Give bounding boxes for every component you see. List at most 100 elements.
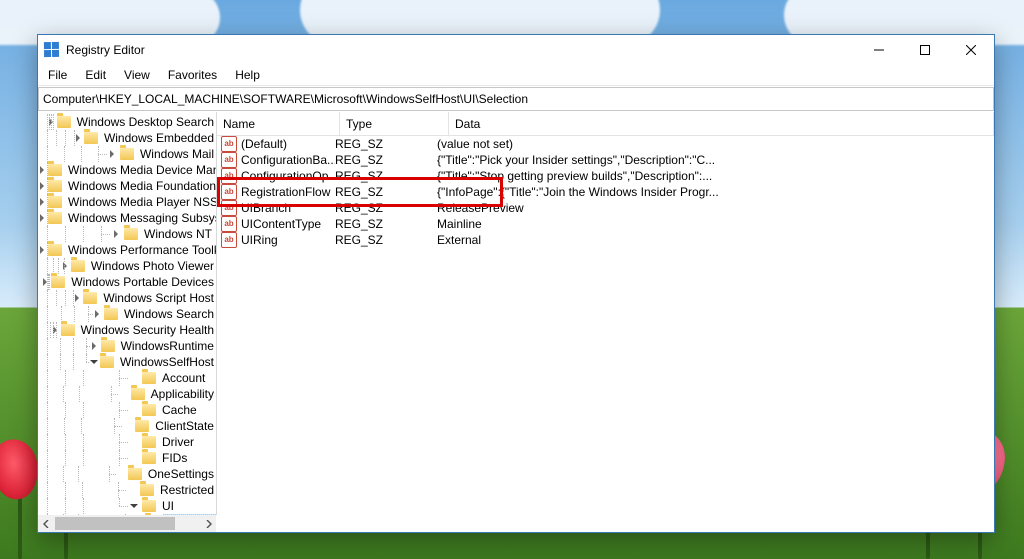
tree-item[interactable]: UI (38, 498, 216, 514)
expander-icon[interactable] (107, 148, 118, 160)
col-data[interactable]: Data (449, 112, 994, 135)
tree-item[interactable]: Windows Embedded (38, 130, 216, 146)
expander-icon[interactable] (38, 164, 46, 176)
tree-label: Windows NT (142, 227, 214, 241)
tree-label: ClientState (153, 419, 216, 433)
menu-file[interactable]: File (40, 66, 75, 84)
tree-item[interactable]: Windows Photo Viewer (38, 258, 216, 274)
string-value-icon: ab (221, 136, 237, 152)
folder-icon (142, 452, 156, 464)
value-row[interactable]: ab(Default)REG_SZ(value not set) (217, 136, 994, 152)
expander-icon[interactable] (128, 500, 140, 512)
tree-item[interactable]: FIDs (38, 450, 216, 466)
tree-item[interactable]: Applicability (38, 386, 216, 402)
tree-item[interactable]: Windows Desktop Search (38, 114, 216, 130)
value-data: (value not set) (437, 137, 994, 151)
tree-item[interactable]: Restricted (38, 482, 216, 498)
tree-scroll[interactable]: Windows Desktop SearchWindows EmbeddedWi… (38, 112, 216, 515)
col-name[interactable]: Name (217, 112, 340, 135)
values-list[interactable]: ab(Default)REG_SZ(value not set)abConfig… (217, 136, 994, 248)
tree-item[interactable]: Windows Media Device Manager (38, 162, 216, 178)
tree-label: WindowsSelfHost (118, 355, 216, 369)
tree-label: Windows Security Health (79, 323, 216, 337)
folder-icon (51, 276, 65, 288)
tree-item[interactable]: Windows Security Health (38, 322, 216, 338)
value-name: (Default) (241, 137, 287, 151)
tree-item[interactable]: Windows Media Player NSS (38, 194, 216, 210)
menu-bar: File Edit View Favorites Help (38, 65, 994, 86)
value-row[interactable]: abUIBranchREG_SZReleasePreview (217, 200, 994, 216)
address-path: Computer\HKEY_LOCAL_MACHINE\SOFTWARE\Mic… (43, 92, 528, 106)
tree-item[interactable]: Windows Mail (38, 146, 216, 162)
tree-label: Windows Portable Devices (69, 275, 216, 289)
window-controls (856, 35, 994, 65)
tree-item[interactable]: Windows NT (38, 226, 216, 242)
value-row[interactable]: abUIContentTypeREG_SZMainline (217, 216, 994, 232)
expander-icon[interactable] (73, 292, 81, 304)
tree-item[interactable]: Windows Script Host (38, 290, 216, 306)
tree-item[interactable]: Cache (38, 402, 216, 418)
tree-item[interactable]: WindowsSelfHost (38, 354, 216, 370)
tree-label: Restricted (158, 483, 216, 497)
address-bar[interactable]: Computer\HKEY_LOCAL_MACHINE\SOFTWARE\Mic… (38, 87, 994, 111)
folder-icon (48, 180, 62, 192)
value-row[interactable]: abRegistrationFlowREG_SZ{"InfoPage":{"Ti… (217, 184, 994, 200)
folder-icon (48, 244, 62, 256)
expander-icon[interactable] (38, 196, 46, 208)
tree-pane: Windows Desktop SearchWindows EmbeddedWi… (38, 112, 217, 515)
expander-icon[interactable] (90, 340, 99, 352)
value-type: REG_SZ (335, 185, 437, 199)
maximize-button[interactable] (902, 35, 948, 65)
tree-label: Windows Messaging Subsystem (66, 211, 216, 225)
menu-help[interactable]: Help (227, 66, 268, 84)
tree-label: Account (160, 371, 207, 385)
scroll-right-button[interactable] (199, 515, 216, 532)
expander-icon[interactable] (74, 132, 82, 144)
tree-hscrollbar[interactable] (38, 515, 216, 532)
tree-item[interactable]: Windows Search (38, 306, 216, 322)
tree-label: Windows Performance Toolkit (66, 243, 216, 257)
folder-icon (48, 212, 62, 224)
expander-icon[interactable] (89, 356, 98, 368)
expander-icon[interactable] (38, 212, 46, 224)
menu-edit[interactable]: Edit (77, 66, 114, 84)
value-row[interactable]: abConfigurationBa...REG_SZ{"Title":"Pick… (217, 152, 994, 168)
expander-icon (118, 388, 129, 400)
string-value-icon: ab (221, 152, 237, 168)
app-icon (44, 42, 60, 58)
tree-label: Windows Media Device Manager (66, 163, 216, 177)
tree-item[interactable]: OneSettings (38, 466, 216, 482)
scroll-left-button[interactable] (38, 515, 55, 532)
menu-favorites[interactable]: Favorites (160, 66, 225, 84)
expander-icon[interactable] (38, 180, 46, 192)
tree-item[interactable]: ClientState (38, 418, 216, 434)
folder-icon (140, 484, 154, 496)
tree-item[interactable]: Windows Portable Devices (38, 274, 216, 290)
close-button[interactable] (948, 35, 994, 65)
tree-item[interactable]: Driver (38, 434, 216, 450)
expander-icon (126, 484, 138, 496)
tree-item[interactable]: WindowsRuntime (38, 338, 216, 354)
value-row[interactable]: abConfigurationOp...REG_SZ{"Title":"Stop… (217, 168, 994, 184)
folder-icon (100, 356, 114, 368)
expander-icon[interactable] (93, 308, 102, 320)
folder-icon (104, 308, 118, 320)
tree-item[interactable]: Windows Messaging Subsystem (38, 210, 216, 226)
expander-icon[interactable] (110, 228, 122, 240)
minimize-button[interactable] (856, 35, 902, 65)
value-row[interactable]: abUIRingREG_SZExternal (217, 232, 994, 248)
tree-item[interactable]: Windows Media Foundation (38, 178, 216, 194)
tree-item[interactable]: Account (38, 370, 216, 386)
tree-item[interactable]: Windows Performance Toolkit (38, 242, 216, 258)
tree-label: Windows Media Player NSS (66, 195, 216, 209)
string-value-icon: ab (221, 232, 237, 248)
folder-icon (142, 404, 156, 416)
folder-icon (83, 292, 97, 304)
scroll-thumb[interactable] (55, 517, 175, 530)
expander-icon[interactable] (38, 244, 46, 256)
col-type[interactable]: Type (340, 112, 449, 135)
value-type: REG_SZ (335, 201, 437, 215)
menu-view[interactable]: View (116, 66, 158, 84)
tree-label: WindowsRuntime (119, 339, 216, 353)
title-bar[interactable]: Registry Editor (38, 35, 994, 65)
